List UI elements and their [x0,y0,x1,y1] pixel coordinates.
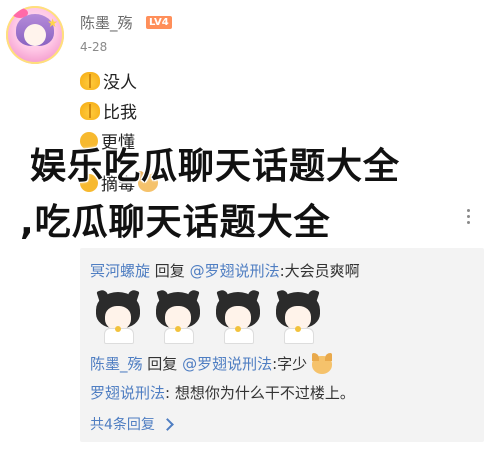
star-icon: ★ [47,16,58,30]
username[interactable]: 陈墨_殇 [80,12,133,33]
catgirl-sticker-icon [92,288,144,344]
catgirl-sticker-icon [212,288,264,344]
view-all-replies-label: 共4条回复 [90,417,155,433]
more-vertical-icon[interactable] [467,209,471,224]
reply-text: :字少 [272,355,308,373]
chevron-right-icon [161,417,174,431]
view-all-replies-link[interactable]: 共4条回复 [90,414,174,434]
level-badge: LV4 [146,16,172,29]
post-date: 4-28 [80,40,108,54]
message-line-1: 没人 [80,68,137,93]
reply-author[interactable]: 罗翅说刑法 [90,384,165,402]
overlay-title-line-1: 娱乐吃瓜聊天话题大全 [30,146,401,187]
reply-target[interactable]: @罗翅说刑法 [190,262,280,280]
reply-1[interactable]: 冥河螺旋 回复 @罗翅说刑法:大会员爽啊 [90,260,360,281]
raised-hands-icon [80,71,100,90]
avatar-face [24,24,46,46]
reply-word: 回复 [154,262,185,280]
reply-text: : 想想你为什么干不过楼上。 [165,384,355,402]
message-line-2: 比我 [80,98,137,123]
reply-author[interactable]: 冥河螺旋 [90,262,150,280]
dog-face-icon [311,352,332,374]
reply-text: :大会员爽啊 [279,262,360,280]
message-text: 比我 [103,103,137,123]
catgirl-sticker-icon [152,288,204,344]
reply-author[interactable]: 陈墨_殇 [90,355,143,373]
reply-3[interactable]: 罗翅说刑法: 想想你为什么干不过楼上。 [90,382,355,403]
reply-word: 回复 [147,355,178,373]
message-text: 没人 [103,73,137,93]
user-avatar[interactable]: ★ [6,6,64,64]
reply-target[interactable]: @罗翅说刑法 [182,355,272,373]
sticker-row [92,288,324,344]
overlay-title-line-2: ,吃瓜聊天话题大全 [20,202,331,243]
catgirl-sticker-icon [272,288,324,344]
reply-2[interactable]: 陈墨_殇 回复 @罗翅说刑法:字少 [90,352,332,374]
raised-hands-icon [80,101,100,120]
